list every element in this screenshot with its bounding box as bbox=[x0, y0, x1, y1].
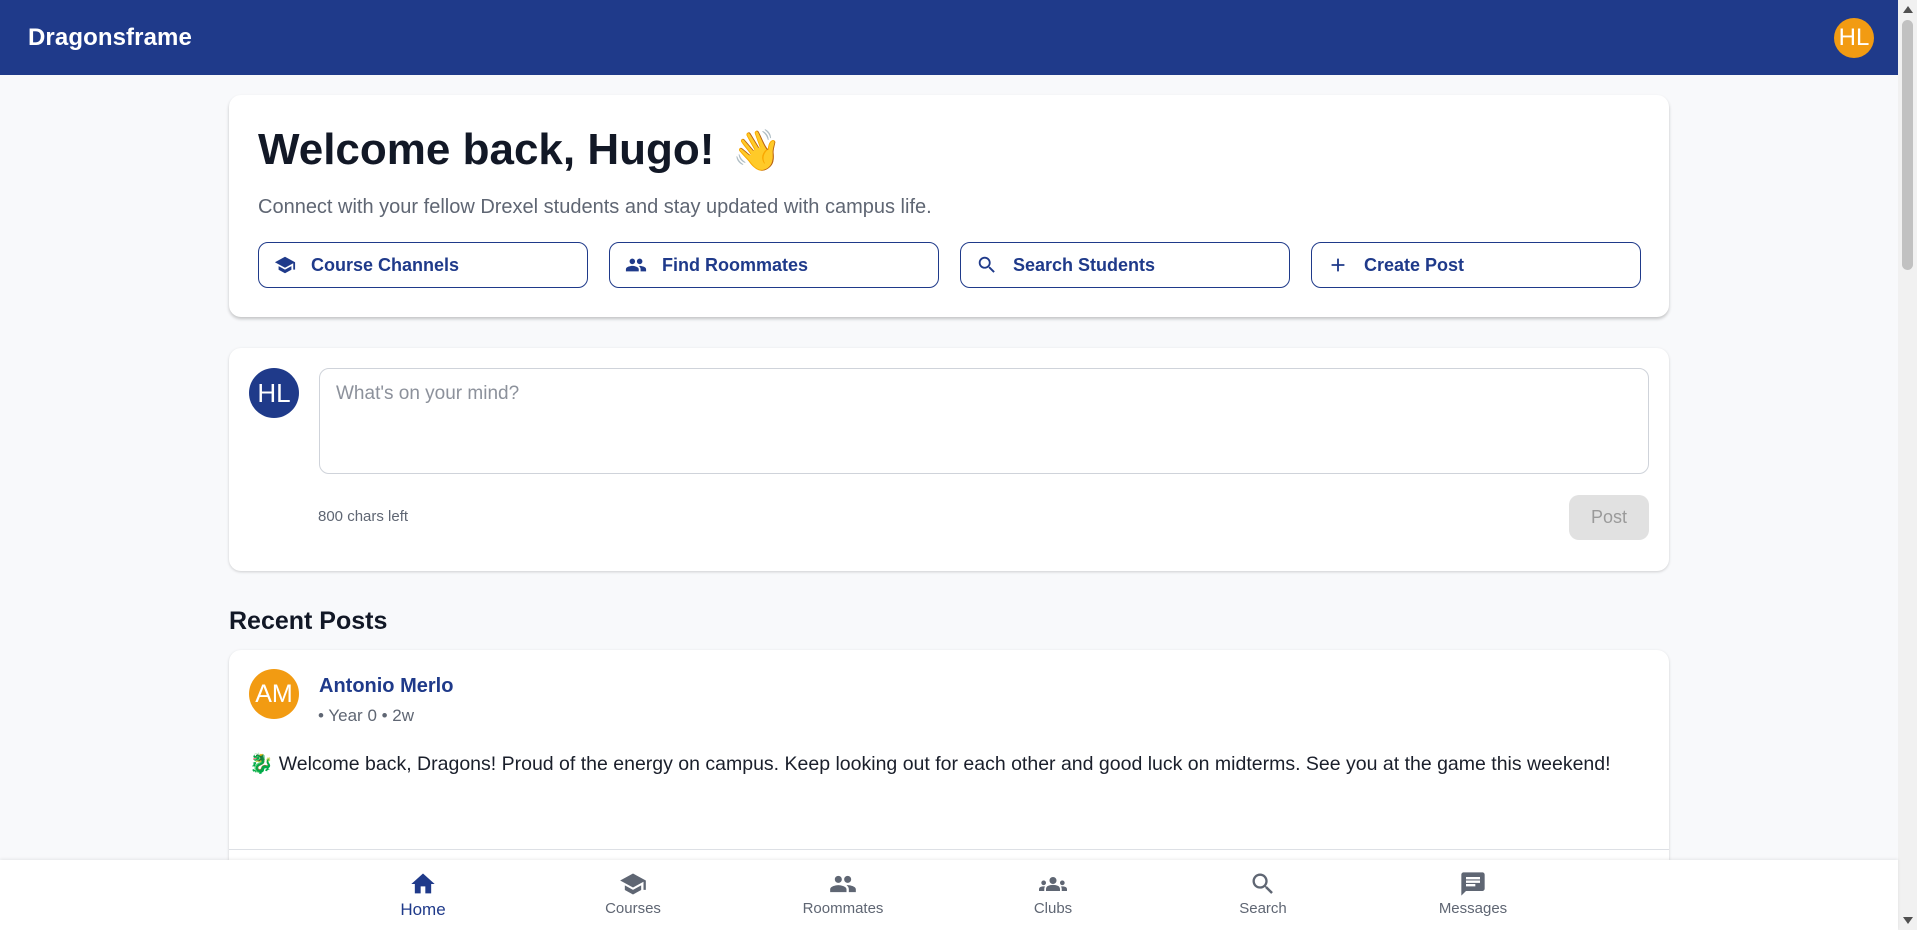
groups-icon bbox=[1039, 877, 1067, 891]
plus-icon bbox=[1326, 253, 1350, 277]
create-post-label: Create Post bbox=[1364, 254, 1465, 275]
nav-courses-label: Courses bbox=[605, 900, 661, 917]
search-icon bbox=[975, 253, 999, 277]
waving-hand-icon: 👋 bbox=[732, 128, 783, 173]
post-composer: HL 800 chars left Post bbox=[229, 348, 1669, 571]
quick-actions: Course Channels Find Roommates Search St… bbox=[258, 242, 1641, 288]
post-author-name[interactable]: Antonio Merlo bbox=[319, 675, 453, 698]
app-bar: Dragonsframe HL bbox=[0, 0, 1898, 75]
nav-roommates[interactable]: Roommates bbox=[783, 870, 903, 917]
chars-left-counter: 800 chars left bbox=[318, 508, 409, 525]
people-icon bbox=[624, 253, 648, 277]
nav-clubs[interactable]: Clubs bbox=[993, 870, 1113, 917]
recent-posts-heading: Recent Posts bbox=[229, 607, 388, 635]
nav-courses[interactable]: Courses bbox=[573, 870, 693, 917]
search-students-button[interactable]: Search Students bbox=[960, 242, 1290, 288]
course-channels-button[interactable]: Course Channels bbox=[258, 242, 588, 288]
scrollbar-thumb[interactable] bbox=[1902, 20, 1913, 270]
graduation-cap-icon bbox=[620, 873, 646, 895]
create-post-button[interactable]: Create Post bbox=[1311, 242, 1641, 288]
post-body: 🐉 Welcome back, Dragons! Proud of the en… bbox=[249, 753, 1611, 775]
search-students-label: Search Students bbox=[1013, 254, 1156, 275]
post-divider bbox=[229, 849, 1669, 850]
user-avatar[interactable]: HL bbox=[1834, 17, 1874, 58]
people-icon bbox=[830, 875, 856, 893]
welcome-heading: Welcome back, Hugo! 👋 bbox=[258, 125, 782, 175]
search-icon bbox=[1252, 873, 1273, 894]
nav-clubs-label: Clubs bbox=[1033, 900, 1073, 917]
welcome-card: Welcome back, Hugo! 👋 Connect with your … bbox=[229, 95, 1669, 317]
nav-search-label: Search bbox=[1239, 900, 1287, 917]
post-card: AM Antonio Merlo • Year 0 • 2w 🐉 Welcome… bbox=[229, 650, 1669, 860]
nav-roommates-label: Roommates bbox=[802, 900, 884, 917]
post-button[interactable]: Post bbox=[1569, 495, 1649, 540]
course-channels-label: Course Channels bbox=[311, 254, 460, 275]
composer-avatar: HL bbox=[249, 368, 299, 418]
post-input[interactable] bbox=[319, 368, 1649, 474]
post-meta: • Year 0 • 2w bbox=[318, 706, 415, 725]
bottom-navigation: Home Courses Roommates Clubs Search Mess… bbox=[0, 860, 1898, 930]
nav-home[interactable]: Home bbox=[363, 870, 483, 920]
welcome-subtitle: Connect with your fellow Drexel students… bbox=[258, 196, 932, 218]
nav-search[interactable]: Search bbox=[1203, 870, 1323, 917]
post-author-avatar[interactable]: AM bbox=[249, 669, 299, 719]
nav-home-label: Home bbox=[400, 900, 446, 919]
message-icon bbox=[1461, 872, 1485, 896]
nav-messages[interactable]: Messages bbox=[1413, 870, 1533, 917]
graduation-cap-icon bbox=[273, 253, 297, 277]
scroll-down-arrow-icon[interactable] bbox=[1903, 917, 1913, 924]
find-roommates-label: Find Roommates bbox=[662, 254, 809, 275]
find-roommates-button[interactable]: Find Roommates bbox=[609, 242, 939, 288]
brand-title[interactable]: Dragonsframe bbox=[28, 24, 192, 52]
home-icon bbox=[411, 873, 435, 894]
scroll-up-arrow-icon[interactable] bbox=[1903, 6, 1913, 13]
welcome-title-text: Welcome back, Hugo! bbox=[258, 125, 715, 174]
nav-messages-label: Messages bbox=[1438, 900, 1508, 917]
scrollbar[interactable] bbox=[1898, 0, 1917, 930]
